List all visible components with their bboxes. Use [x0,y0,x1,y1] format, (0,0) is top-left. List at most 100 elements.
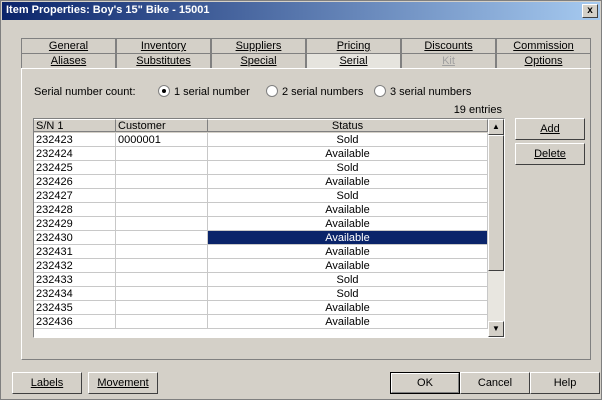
vertical-scrollbar[interactable]: ▲ ▼ [488,119,504,337]
tab-label: General [48,40,89,52]
table-row[interactable]: 232435 Available [34,301,488,315]
column-header-customer[interactable]: Customer [116,119,208,132]
table-row[interactable]: 232428 Available [34,203,488,217]
table-row[interactable]: 232434 Sold [34,287,488,301]
cell-status[interactable]: Sold [208,273,488,287]
cell-sn[interactable]: 232427 [34,189,116,203]
delete-button[interactable]: Delete [515,143,585,165]
cell-sn[interactable]: 232429 [34,217,116,231]
cell-customer[interactable] [116,245,208,259]
column-header-sn[interactable]: S/N 1 [34,119,116,132]
cancel-button[interactable]: Cancel [460,372,530,394]
scroll-up-arrow-icon[interactable]: ▲ [488,119,504,135]
tab-aliases[interactable]: Aliases [21,53,116,68]
close-button[interactable]: x [582,4,598,18]
cell-customer[interactable] [116,315,208,329]
cell-status[interactable]: Available [208,203,488,217]
cell-sn[interactable]: 232434 [34,287,116,301]
cell-customer[interactable] [116,287,208,301]
cell-customer[interactable] [116,231,208,245]
tab-serial[interactable]: Serial [306,53,401,68]
cell-sn[interactable]: 232433 [34,273,116,287]
cell-customer[interactable] [116,203,208,217]
cell-status[interactable]: Available [208,315,488,329]
cell-sn[interactable]: 232432 [34,259,116,273]
cell-status[interactable]: Sold [208,189,488,203]
tab-kit[interactable]: Kit [401,53,496,68]
tab-discounts[interactable]: Discounts [401,38,496,53]
cell-status[interactable]: Available [208,231,488,245]
table-row[interactable]: 232429 Available [34,217,488,231]
table-row[interactable]: 232427 Sold [34,189,488,203]
table-row[interactable]: 232430 Available [34,231,488,245]
cell-customer[interactable] [116,259,208,273]
cell-sn[interactable]: 232426 [34,175,116,189]
table-row[interactable]: 232426 Available [34,175,488,189]
cell-status[interactable]: Sold [208,287,488,301]
movement-button[interactable]: Movement [88,372,158,394]
tab-special[interactable]: Special [211,53,306,68]
tab-substitutes[interactable]: Substitutes [116,53,211,68]
cell-status[interactable]: Available [208,245,488,259]
cell-status[interactable]: Available [208,175,488,189]
radio-button[interactable] [374,85,386,98]
tab-options[interactable]: Options [496,53,591,68]
tab-label: Substitutes [136,55,191,67]
cell-customer[interactable] [116,147,208,161]
radio-button[interactable] [266,85,278,98]
cell-status[interactable]: Available [208,217,488,231]
radio-1-serial[interactable]: 1 serial number [158,85,250,98]
tab-commission[interactable]: Commission [496,38,591,53]
table-row[interactable]: 232425 Sold [34,161,488,175]
title-bar[interactable]: Item Properties: Boy's 15" Bike - 15001 … [2,2,600,20]
cell-status[interactable]: Available [208,147,488,161]
radio-3-serials[interactable]: 3 serial numbers [374,85,471,98]
scroll-down-arrow-icon[interactable]: ▼ [488,321,504,337]
add-button[interactable]: Add [515,118,585,140]
cell-sn[interactable]: 232430 [34,231,116,245]
radio-button-checked[interactable] [158,85,170,98]
cancel-button-label: Cancel [477,377,513,389]
table-row[interactable]: 232423 0000001 Sold [34,133,488,147]
cell-customer[interactable] [116,175,208,189]
tab-general[interactable]: General [21,38,116,53]
cell-status[interactable]: Available [208,301,488,315]
grid-header: S/N 1 Customer Status [34,119,488,133]
table-row[interactable]: 232436 Available [34,315,488,329]
tab-inventory[interactable]: Inventory [116,38,211,53]
table-row[interactable]: 232433 Sold [34,273,488,287]
radio-2-serials[interactable]: 2 serial numbers [266,85,363,98]
cell-customer[interactable] [116,273,208,287]
cell-customer[interactable] [116,161,208,175]
cell-status[interactable]: Sold [208,133,488,147]
table-row[interactable]: 232424 Available [34,147,488,161]
bottom-button-bar: Labels Movement OK Cancel Help [0,366,600,398]
tab-pricing[interactable]: Pricing [306,38,401,53]
scroll-thumb[interactable] [488,135,504,271]
cell-sn[interactable]: 232431 [34,245,116,259]
labels-button[interactable]: Labels [12,372,82,394]
tab-suppliers[interactable]: Suppliers [211,38,306,53]
cell-sn[interactable]: 232424 [34,147,116,161]
cell-status[interactable]: Available [208,259,488,273]
cell-customer[interactable] [116,301,208,315]
delete-button-label: Delete [534,148,566,160]
ok-button[interactable]: OK [390,372,460,394]
cell-customer[interactable]: 0000001 [116,133,208,147]
cell-sn[interactable]: 232436 [34,315,116,329]
grid-body: S/N 1 Customer Status 232423 0000001 Sold 2… [34,119,488,337]
table-row[interactable]: 232432 Available [34,259,488,273]
cell-customer[interactable] [116,189,208,203]
cell-customer[interactable] [116,217,208,231]
cell-sn[interactable]: 232425 [34,161,116,175]
table-row[interactable]: 232431 Available [34,245,488,259]
cell-status[interactable]: Sold [208,161,488,175]
serial-grid[interactable]: S/N 1 Customer Status 232423 0000001 Sold 2… [33,118,505,338]
movement-button-label: Movement [97,377,149,389]
cell-sn[interactable]: 232428 [34,203,116,217]
tab-label: Commission [513,40,574,52]
help-button[interactable]: Help [530,372,600,394]
cell-sn[interactable]: 232423 [34,133,116,147]
column-header-status[interactable]: Status [208,119,488,132]
cell-sn[interactable]: 232435 [34,301,116,315]
